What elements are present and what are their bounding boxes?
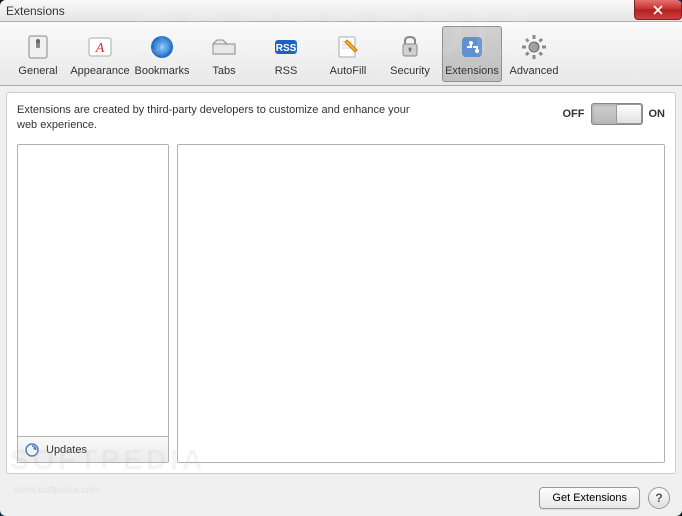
updates-icon [24,442,40,458]
content-area: Extensions are created by third-party de… [6,92,676,474]
close-button[interactable] [634,0,682,20]
tab-extensions[interactable]: Extensions [442,26,502,82]
tab-tabs[interactable]: Tabs [194,26,254,82]
rss-icon: RSS [270,31,302,63]
footer: Get Extensions ? [0,480,682,516]
extensions-description: Extensions are created by third-party de… [17,103,417,134]
extensions-list-pane: Updates [17,144,169,463]
advanced-icon [518,31,550,63]
tab-autofill[interactable]: AutoFill [318,26,378,82]
updates-label: Updates [46,444,87,456]
toggle-knob [616,104,642,124]
security-icon [394,31,426,63]
tab-label: Tabs [212,65,235,77]
window-title: Extensions [6,4,65,18]
general-icon [22,31,54,63]
appearance-icon: A [84,31,116,63]
svg-text:RSS: RSS [276,43,297,54]
tab-appearance[interactable]: A Appearance [70,26,130,82]
toggle-off-label: OFF [563,108,585,120]
extensions-list[interactable] [18,145,168,436]
tab-bookmarks[interactable]: Bookmarks [132,26,192,82]
tabs-icon [208,31,240,63]
help-button[interactable]: ? [648,487,670,509]
updates-bar[interactable]: Updates [18,436,168,462]
toggle-on-label: ON [649,108,666,120]
tab-label: Extensions [445,65,499,77]
tab-general[interactable]: General [8,26,68,82]
tab-label: Bookmarks [134,65,189,77]
tab-rss[interactable]: RSS RSS [256,26,316,82]
titlebar: Extensions [0,0,682,22]
tab-label: Security [390,65,430,77]
preferences-window: Extensions General A Appearance Bookmark… [0,0,682,516]
autofill-icon [332,31,364,63]
svg-text:A: A [95,41,105,56]
close-icon [652,5,664,15]
tab-label: Advanced [510,65,559,77]
tab-label: AutoFill [330,65,367,77]
tab-advanced[interactable]: Advanced [504,26,564,82]
get-extensions-button[interactable]: Get Extensions [539,487,640,509]
tab-label: General [18,65,57,77]
panes: Updates [17,144,665,463]
tab-label: Appearance [70,65,129,77]
header-row: Extensions are created by third-party de… [17,103,665,134]
tab-security[interactable]: Security [380,26,440,82]
toggle-group: OFF ON [563,103,666,125]
bookmarks-icon [146,31,178,63]
extensions-icon [456,31,488,63]
extension-detail-pane [177,144,665,463]
preferences-toolbar: General A Appearance Bookmarks Tabs RSS … [0,22,682,86]
extensions-toggle[interactable] [591,103,643,125]
tab-label: RSS [275,65,298,77]
